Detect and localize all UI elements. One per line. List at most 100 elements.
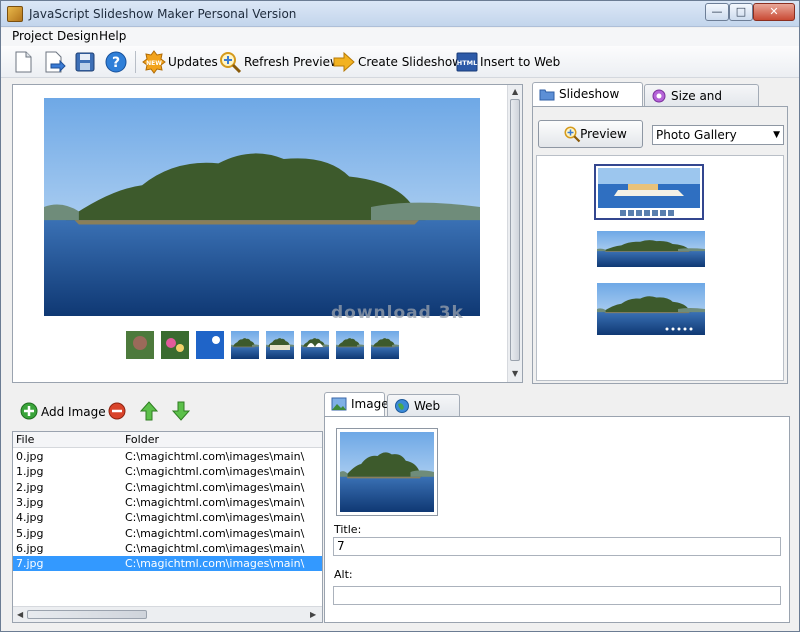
move-down-icon[interactable] (172, 401, 190, 421)
preview-pane: download 3k ▲ ▼ (12, 84, 523, 383)
table-row[interactable]: 2.jpg C:\magichtml.com\images\main\ (13, 480, 322, 495)
refresh-preview-icon[interactable] (218, 50, 242, 74)
refresh-preview-button[interactable]: Refresh Preview (244, 55, 340, 69)
menu-bar: Project Design Help (1, 28, 799, 46)
file-name-cell: 5.jpg (16, 526, 44, 540)
file-list-horizontal-scrollbar[interactable]: ◀ ▶ (13, 606, 322, 622)
chevron-down-icon: ▼ (773, 130, 780, 140)
svg-text:HTML: HTML (457, 59, 477, 67)
preview-thumbnail[interactable] (301, 331, 329, 359)
selected-image-preview (336, 428, 438, 516)
table-row[interactable]: 6.jpg C:\magichtml.com\images\main\ (13, 541, 322, 556)
title-bar: JavaScript Slideshow Maker Personal Vers… (1, 1, 799, 27)
maximize-button[interactable]: □ (729, 3, 753, 21)
preview-thumbnail[interactable] (266, 331, 294, 359)
folder-cell: C:\magichtml.com\images\main\ (125, 557, 305, 571)
insert-to-web-button[interactable]: Insert to Web (480, 55, 560, 69)
folder-cell: C:\magichtml.com\images\main\ (125, 526, 305, 540)
watermark-text: download 3k (331, 303, 464, 323)
window-title: JavaScript Slideshow Maker Personal Vers… (29, 7, 297, 21)
save-icon[interactable] (73, 50, 97, 74)
app-logo-icon (7, 6, 23, 22)
move-up-icon[interactable] (140, 401, 158, 421)
gallery-style-select[interactable]: Photo Gallery ▼ (652, 125, 784, 145)
style-option[interactable] (596, 230, 705, 272)
file-name-cell: 3.jpg (16, 495, 44, 509)
file-name-cell: 2.jpg (16, 480, 44, 494)
style-preview-island (597, 231, 705, 267)
create-slideshow-icon[interactable] (332, 50, 356, 74)
title-input[interactable]: 7 (333, 537, 781, 556)
style-preview-ferry (598, 168, 700, 208)
preview-thumbnail[interactable] (231, 331, 259, 359)
tab-size-and-options[interactable]: Size and Options (644, 84, 759, 125)
insert-to-web-icon[interactable]: HTML (455, 50, 479, 74)
preview-button[interactable]: Preview (538, 120, 643, 148)
column-file[interactable]: File (16, 433, 34, 446)
menu-design[interactable]: Design (57, 29, 98, 43)
selected-image (340, 432, 434, 512)
updates-button[interactable]: Updates (168, 55, 218, 69)
style-gallery-list (536, 155, 784, 381)
toolbar-separator (135, 51, 136, 73)
gallery-style-value: Photo Gallery (656, 128, 737, 142)
table-row[interactable]: 5.jpg C:\magichtml.com\images\main\ (13, 526, 322, 541)
minimize-button[interactable]: — (705, 3, 729, 21)
close-button[interactable]: ✕ (753, 3, 795, 21)
tab-slideshow-style[interactable]: Slideshow Style (532, 82, 643, 123)
open-project-icon[interactable] (42, 50, 66, 74)
folder-cell: C:\magichtml.com\images\main\ (125, 541, 305, 555)
tab-web-link[interactable]: Web Link (387, 394, 460, 435)
table-row[interactable]: 3.jpg C:\magichtml.com\images\main\ (13, 495, 322, 510)
folder-cell: C:\magichtml.com\images\main\ (125, 480, 305, 494)
help-icon[interactable]: ? (104, 50, 128, 74)
column-folder[interactable]: Folder (125, 433, 159, 446)
preview-magnifier-icon (564, 126, 581, 143)
image-details-panel: Title: 7 Alt: (324, 416, 790, 623)
preview-button-label: Preview (580, 127, 627, 141)
table-row[interactable]: 4.jpg C:\magichtml.com\images\main\ (13, 510, 322, 525)
file-name-cell: 1.jpg (16, 465, 44, 479)
tab-image-label: Image (351, 397, 389, 411)
file-list-header: File Folder (13, 432, 322, 448)
menu-help[interactable]: Help (99, 29, 126, 43)
add-image-label: Add Image (41, 405, 106, 419)
folder-icon (539, 89, 555, 101)
table-row[interactable]: 7.jpg C:\magichtml.com\images\main\ (13, 556, 322, 572)
slideshow-preview-image (44, 98, 480, 316)
table-row[interactable]: 1.jpg C:\magichtml.com\images\main\ (13, 464, 322, 479)
style-mini-thumbnails (620, 210, 676, 216)
preview-thumbnail[interactable] (126, 331, 154, 359)
preview-thumbnail[interactable] (336, 331, 364, 359)
remove-image-icon[interactable] (108, 402, 126, 420)
new-project-icon[interactable] (11, 50, 35, 74)
preview-thumbnail[interactable] (161, 331, 189, 359)
settings-icon (652, 89, 666, 103)
toolbar: ? NEW Updates Refresh Preview Create Sli… (1, 46, 799, 78)
image-list-toolbar: Add Image (12, 393, 323, 431)
preview-thumbnail[interactable] (371, 331, 399, 359)
style-option[interactable] (596, 282, 705, 338)
alt-label: Alt: (334, 568, 353, 581)
menu-project[interactable]: Project (12, 29, 53, 43)
preview-vertical-scrollbar[interactable]: ▲ ▼ (507, 85, 522, 382)
scrollbar-thumb[interactable] (27, 610, 147, 619)
preview-thumbnail[interactable] (196, 331, 224, 359)
folder-cell: C:\magichtml.com\images\main\ (125, 511, 305, 525)
scrollbar-thumb[interactable] (510, 99, 520, 361)
tab-image[interactable]: Image (324, 392, 389, 417)
create-slideshow-button[interactable]: Create Slideshow (358, 55, 462, 69)
title-label: Title: (334, 523, 362, 536)
add-icon (20, 402, 38, 420)
alt-input[interactable] (333, 586, 781, 605)
app-window: JavaScript Slideshow Maker Personal Vers… (0, 0, 800, 632)
table-row[interactable]: 0.jpg C:\magichtml.com\images\main\ (13, 449, 322, 464)
svg-text:NEW: NEW (146, 60, 162, 67)
style-option-selected[interactable] (594, 164, 704, 220)
updates-icon[interactable]: NEW (142, 50, 166, 74)
folder-cell: C:\magichtml.com\images\main\ (125, 465, 305, 479)
folder-cell: C:\magichtml.com\images\main\ (125, 495, 305, 509)
file-name-cell: 0.jpg (16, 450, 44, 463)
style-panel: Preview Photo Gallery ▼ (532, 106, 788, 384)
style-preview-island-dots (597, 283, 705, 335)
